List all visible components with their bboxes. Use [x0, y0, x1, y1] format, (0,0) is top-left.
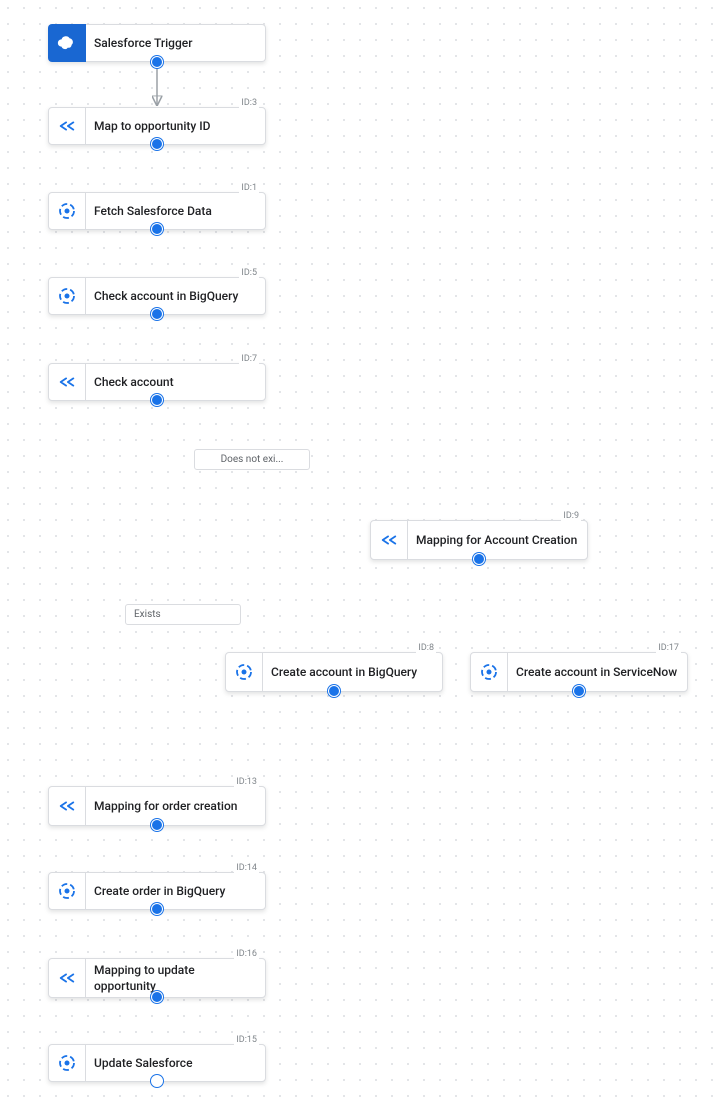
output-port[interactable]	[151, 1075, 163, 1087]
output-port[interactable]	[151, 394, 163, 406]
node-id: ID:8	[416, 643, 436, 653]
output-port[interactable]	[151, 308, 163, 320]
node-map-opportunity-id[interactable]: Map to opportunity IDID:3	[48, 107, 266, 145]
node-id: ID:1	[239, 183, 259, 193]
node-label: Map to opportunity ID	[94, 118, 210, 134]
output-port[interactable]	[151, 903, 163, 915]
edge-label-not-exist: Does not exi...	[194, 449, 310, 470]
node-id: ID:9	[561, 511, 581, 521]
node-label: Create order in BigQuery	[94, 883, 225, 899]
node-salesforce-trigger[interactable]: Salesforce Trigger	[48, 24, 266, 62]
node-id: ID:13	[234, 777, 259, 787]
node-label: Check account in BigQuery	[94, 288, 238, 304]
node-id: ID:14	[234, 863, 259, 873]
node-id: ID:15	[234, 1035, 259, 1045]
salesforce-cloud-icon	[48, 24, 86, 62]
node-check-account[interactable]: Check accountID:7	[48, 363, 266, 401]
node-id: ID:5	[239, 268, 259, 278]
node-id: ID:7	[239, 354, 259, 364]
node-label: Create account in ServiceNow	[516, 664, 677, 680]
output-port[interactable]	[151, 819, 163, 831]
node-id: ID:3	[239, 98, 259, 108]
output-port[interactable]	[151, 991, 163, 1003]
output-port[interactable]	[328, 685, 340, 697]
node-label: Create account in BigQuery	[271, 664, 417, 680]
node-mapping-account-creation[interactable]: Mapping for Account CreationID:9	[370, 520, 588, 560]
connector-icon	[49, 1045, 86, 1081]
node-label: Mapping to update opportunity	[94, 962, 257, 994]
node-id: ID:17	[656, 643, 681, 653]
connector-icon	[49, 873, 86, 909]
map-icon	[49, 108, 86, 144]
map-icon	[371, 521, 408, 559]
node-check-account-bq[interactable]: Check account in BigQueryID:5	[48, 277, 266, 315]
node-create-account-bq[interactable]: Create account in BigQueryID:8	[225, 652, 443, 692]
node-label: Mapping for Account Creation	[416, 532, 577, 548]
node-label: Update Salesforce	[94, 1055, 193, 1071]
node-mapping-order-creation[interactable]: Mapping for order creationID:13	[48, 786, 266, 826]
node-label: Mapping for order creation	[94, 798, 237, 814]
canvas-background	[0, 0, 713, 1108]
node-mapping-update-opportunity[interactable]: Mapping to update opportunityID:16	[48, 958, 266, 998]
connector-icon	[471, 653, 508, 691]
node-update-salesforce[interactable]: Update SalesforceID:15	[48, 1044, 266, 1082]
node-label: Fetch Salesforce Data	[94, 203, 212, 219]
node-label: Salesforce Trigger	[94, 35, 192, 51]
connector-icon	[49, 193, 86, 229]
connector-icon	[49, 278, 86, 314]
output-port[interactable]	[573, 685, 585, 697]
output-port[interactable]	[151, 56, 163, 68]
node-create-account-servicenow[interactable]: Create account in ServiceNowID:17	[470, 652, 688, 692]
node-label: Check account	[94, 374, 174, 390]
node-create-order-bq[interactable]: Create order in BigQueryID:14	[48, 872, 266, 910]
map-icon	[49, 364, 86, 400]
map-icon	[49, 959, 86, 997]
node-fetch-salesforce[interactable]: Fetch Salesforce DataID:1	[48, 192, 266, 230]
output-port[interactable]	[151, 223, 163, 235]
output-port[interactable]	[473, 553, 485, 565]
connector-icon	[226, 653, 263, 691]
node-id: ID:16	[234, 949, 259, 959]
output-port[interactable]	[151, 138, 163, 150]
map-icon	[49, 787, 86, 825]
edge-label-exists: Exists	[125, 604, 241, 625]
